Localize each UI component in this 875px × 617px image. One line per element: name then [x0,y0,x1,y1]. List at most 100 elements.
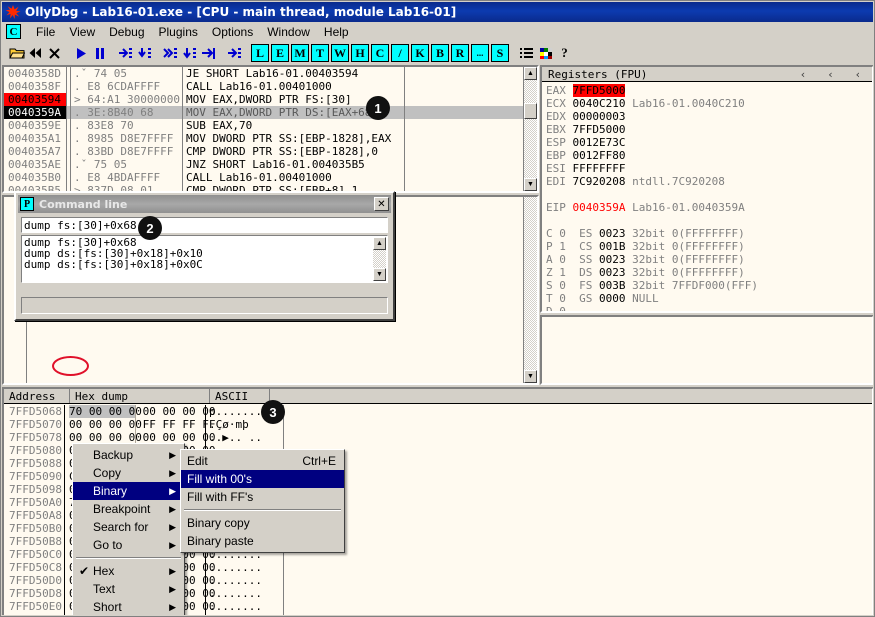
toolbar-button-run-trace[interactable]: ... [471,44,489,62]
register-row[interactable]: EDX 00000003 [546,110,872,123]
restart-icon[interactable] [26,44,45,63]
menu-item-breakpoint[interactable]: Breakpoint▶ [73,500,184,518]
execute-till-return-icon[interactable] [199,44,218,63]
menu-item-binary-paste[interactable]: Binary paste [181,532,344,550]
dump-row[interactable]: 7FFD507000 00 00 00 FF FF FF FF.Çø·mþ [4,418,872,431]
dump-header-address[interactable]: Address [4,389,70,403]
disassembly-row[interactable]: 0040358F. E8 6CDAFFFFCALL Lab16-01.00401… [4,80,537,93]
register-row[interactable]: EBX 7FFD5000 [546,123,872,136]
scroll-thumb[interactable] [524,103,537,119]
flag-row[interactable]: S 0 FS 003B 32bit 7FFDF000(FFF) [546,279,872,292]
register-row-eip[interactable]: EIP 0040359A Lab16-01.0040359A [546,201,872,214]
pause-icon[interactable] [90,44,109,63]
menu-item-go-to[interactable]: Go to▶ [73,536,184,554]
flag-row[interactable]: T 0 GS 0000 NULL [546,292,872,305]
flag-row[interactable]: A 0 SS 0023 32bit 0(FFFFFFFF) [546,253,872,266]
command-history-scrollbar[interactable]: ▲ ▼ [373,237,386,281]
registers-pane[interactable]: Registers (FPU) ‹ ‹ ‹ EAX 7FFD5000ECX 00… [540,65,873,313]
menu-item-fill-with-00-s[interactable]: Fill with 00's [181,470,344,488]
menu-view[interactable]: View [62,23,102,41]
disassembly-scrollbar[interactable]: ▲ ▼ [523,67,537,191]
toolbar-button-threads[interactable]: T [311,44,329,62]
execute-till-cursor-icon[interactable] [225,44,244,63]
middle-pane-scrollbar[interactable]: ▼ [523,197,537,383]
disassembly-row[interactable]: 0040358D.ˇ 74 05JE SHORT Lab16-01.004035… [4,67,537,80]
register-row[interactable]: EBP 0012FF80 [546,149,872,162]
menu-item-fill-with-ff-s[interactable]: Fill with FF's [181,488,344,506]
close-program-icon[interactable] [45,44,64,63]
toolbar-button-windows[interactable]: W [331,44,349,62]
menu-options[interactable]: Options [205,23,260,41]
menu-file[interactable]: File [29,23,62,41]
toolbar-button-handles[interactable]: H [351,44,369,62]
registers-prev-arrow-2[interactable]: ‹ [828,68,832,81]
binary-submenu[interactable]: EditCtrl+EFill with 00'sFill with FF's Bi… [180,449,345,553]
command-line-input[interactable]: dump fs:[30]+0x68 [21,217,388,233]
disassembly-row[interactable]: 0040359A. 3E:8B40 68MOV EAX,DWORD PTR DS… [4,106,537,119]
dump-column-headers[interactable]: Address Hex dump ASCII [4,389,872,404]
toolbar-button-executables[interactable]: E [271,44,289,62]
register-row[interactable]: EDI 7C920208 ntdll.7C920208 [546,175,872,188]
register-row[interactable]: EAX 7FFD5000 [546,84,872,97]
trace-into-icon[interactable] [161,44,180,63]
scroll-down-button[interactable]: ▼ [373,268,386,281]
close-icon[interactable]: ✕ [374,197,389,211]
dump-context-menu[interactable]: Backup▶Copy▶Binary▶Breakpoint▶Search for… [72,443,185,615]
toolbar-button-callstack[interactable]: K [411,44,429,62]
menu-item-binary[interactable]: Binary▶ [73,482,184,500]
menu-item-search-for[interactable]: Search for▶ [73,518,184,536]
command-line-dialog[interactable]: P Command line ✕ dump fs:[30]+0x68 dump … [14,191,395,321]
menu-plugins[interactable]: Plugins [152,23,205,41]
menu-item-hex[interactable]: ✔Hex▶ [73,562,184,580]
disassembly-row[interactable]: 0040359E. 83E8 70SUB EAX,70 [4,119,537,132]
disassembly-row[interactable]: 00403594> 64:A1 30000000MOV EAX,DWORD PT… [4,93,537,106]
dump-header-hexdump[interactable]: Hex dump [70,389,210,403]
register-row[interactable]: ECX 0040C210 Lab16-01.0040C210 [546,97,872,110]
disassembly-row[interactable]: 004035A7. 83BD D8E7FFFFCMP DWORD PTR SS:… [4,145,537,158]
toolbar-button-cpu[interactable]: C [371,44,389,62]
toolbar-button-patches[interactable]: / [391,44,409,62]
open-file-icon[interactable] [7,44,26,63]
registers-prev-arrow-3[interactable]: ‹ [856,68,860,81]
registers-prev-arrow-1[interactable]: ‹ [801,68,805,81]
toolbar-button-source[interactable]: S [491,44,509,62]
step-into-icon[interactable] [116,44,135,63]
toolbar-button-log[interactable]: L [251,44,269,62]
dump-row[interactable]: 7FFD506870 00 00 00 00 00 00 00p....... [4,405,872,418]
menu-item-copy[interactable]: Copy▶ [73,464,184,482]
dump-header-ascii[interactable]: ASCII [210,389,270,403]
menu-item-short[interactable]: Short▶ [73,598,184,615]
help-icon[interactable]: ? [555,44,574,63]
scroll-up-button[interactable]: ▲ [373,237,386,250]
stack-pane[interactable] [540,315,873,385]
flag-row[interactable]: Z 1 DS 0023 32bit 0(FFFFFFFF) [546,266,872,279]
toolbar-button-references[interactable]: R [451,44,469,62]
register-row[interactable]: ESI FFFFFFFF [546,162,872,175]
command-history-item[interactable]: dump ds:[fs:[30]+0x18]+0x0C [24,259,385,270]
command-line-titlebar[interactable]: P Command line ✕ [18,195,391,213]
menu-item-backup[interactable]: Backup▶ [73,446,184,464]
flag-row[interactable]: C 0 ES 0023 32bit 0(FFFFFFFF) [546,227,872,240]
disassembly-row[interactable]: 004035A1. 8985 D8E7FFFFMOV DWORD PTR SS:… [4,132,537,145]
disassembly-row[interactable]: 004035B5> 837D 08 01CMP DWORD PTR SS:[EB… [4,184,537,191]
registers-content[interactable]: EAX 7FFD5000ECX 0040C210 Lab16-01.0040C2… [542,82,872,311]
scroll-down-button[interactable]: ▼ [524,370,537,383]
scroll-up-button[interactable]: ▲ [524,67,537,80]
menu-debug[interactable]: Debug [102,23,151,41]
options-list-icon[interactable] [517,44,536,63]
cpu-window-icon[interactable]: C [6,24,21,39]
flag-row[interactable]: P 1 CS 001B 32bit 0(FFFFFFFF) [546,240,872,253]
toolbar-button-memory[interactable]: M [291,44,309,62]
menu-item-binary-copy[interactable]: Binary copy [181,514,344,532]
menu-help[interactable]: Help [317,23,356,41]
toolbar-button-breakpoints[interactable]: B [431,44,449,62]
menu-item-text[interactable]: Text▶ [73,580,184,598]
disassembly-rows[interactable]: 0040358D.ˇ 74 05JE SHORT Lab16-01.004035… [4,67,537,191]
appearance-colors-icon[interactable] [536,44,555,63]
menu-window[interactable]: Window [260,23,317,41]
menu-item-edit[interactable]: EditCtrl+E [181,452,344,470]
scroll-down-button[interactable]: ▼ [524,178,537,191]
run-icon[interactable] [71,44,90,63]
command-history-list[interactable]: dump fs:[30]+0x68dump ds:[fs:[30]+0x18]+… [21,235,388,283]
disassembly-row[interactable]: 004035AE.ˇ 75 05JNZ SHORT Lab16-01.00403… [4,158,537,171]
